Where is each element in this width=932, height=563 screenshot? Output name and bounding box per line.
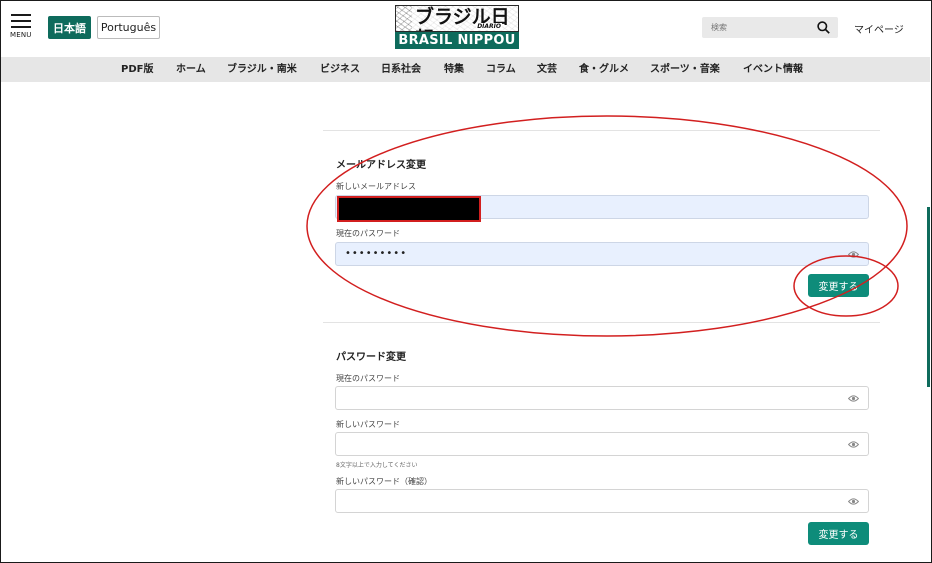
email-current-password-label: 現在のパスワード	[336, 229, 400, 238]
email-current-password-field[interactable]: •••••••••	[335, 242, 869, 266]
new-password-field[interactable]	[335, 432, 869, 456]
nav-item-column[interactable]: コラム	[486, 57, 516, 82]
nav-item-home[interactable]: ホーム	[176, 57, 206, 82]
new-password-label: 新しいパスワード	[336, 420, 400, 429]
password-submit-button[interactable]: 変更する	[808, 522, 869, 545]
eye-icon[interactable]	[848, 497, 859, 506]
language-portuguese-button[interactable]: Português	[97, 16, 160, 39]
mypage-link[interactable]: マイページ	[854, 21, 904, 36]
confirm-password-field[interactable]	[335, 489, 869, 513]
divider	[323, 322, 880, 323]
page-frame	[0, 0, 932, 563]
eye-icon[interactable]	[848, 394, 859, 403]
site-logo[interactable]: ブラジル日報 DIARIO BRASIL NIPPOU	[395, 5, 519, 49]
confirm-password-label: 新しいパスワード（確認）	[336, 477, 432, 486]
password-dots: •••••••••	[345, 248, 408, 259]
nav-item-sports-music[interactable]: スポーツ・音楽	[650, 57, 720, 82]
language-japanese-button[interactable]: 日本語	[48, 16, 91, 39]
divider	[323, 130, 880, 131]
main-nav: PDF版 ホーム ブラジル・南米 ビジネス 日系社会 特集 コラム 文芸 食・グ…	[1, 57, 930, 82]
new-email-label: 新しいメールアドレス	[336, 182, 416, 191]
logo-japanese-text: ブラジル日報	[412, 6, 518, 31]
email-section-title: メールアドレス変更	[336, 160, 426, 171]
nav-item-literature[interactable]: 文芸	[537, 57, 557, 82]
logo-english-text: BRASIL NIPPOU	[395, 32, 519, 49]
eye-icon[interactable]	[848, 250, 859, 259]
nav-item-pdf[interactable]: PDF版	[121, 57, 153, 82]
search-input[interactable]	[702, 23, 812, 32]
menu-label: MENU	[10, 31, 32, 39]
scroll-accent	[927, 207, 930, 387]
eye-icon[interactable]	[848, 440, 859, 449]
nav-item-brazil[interactable]: ブラジル・南米	[227, 57, 297, 82]
email-submit-button[interactable]: 変更する	[808, 274, 869, 297]
search-icon[interactable]	[817, 21, 830, 34]
password-section-title: パスワード変更	[336, 352, 406, 363]
password-hint: 8文字以上で入力してください	[336, 462, 418, 469]
nav-item-feature[interactable]: 特集	[444, 57, 464, 82]
logo-diario-text: DIARIO	[476, 23, 502, 30]
redaction-box	[337, 196, 481, 222]
nav-item-business[interactable]: ビジネス	[320, 57, 360, 82]
current-password-field[interactable]	[335, 386, 869, 410]
nav-item-food[interactable]: 食・グルメ	[579, 57, 629, 82]
hamburger-icon	[11, 14, 31, 16]
nav-item-events[interactable]: イベント情報	[743, 57, 803, 82]
menu-button[interactable]: MENU	[10, 14, 33, 40]
current-password-label: 現在のパスワード	[336, 374, 400, 383]
nav-item-nikkei[interactable]: 日系社会	[381, 57, 421, 82]
search-box	[702, 17, 838, 38]
